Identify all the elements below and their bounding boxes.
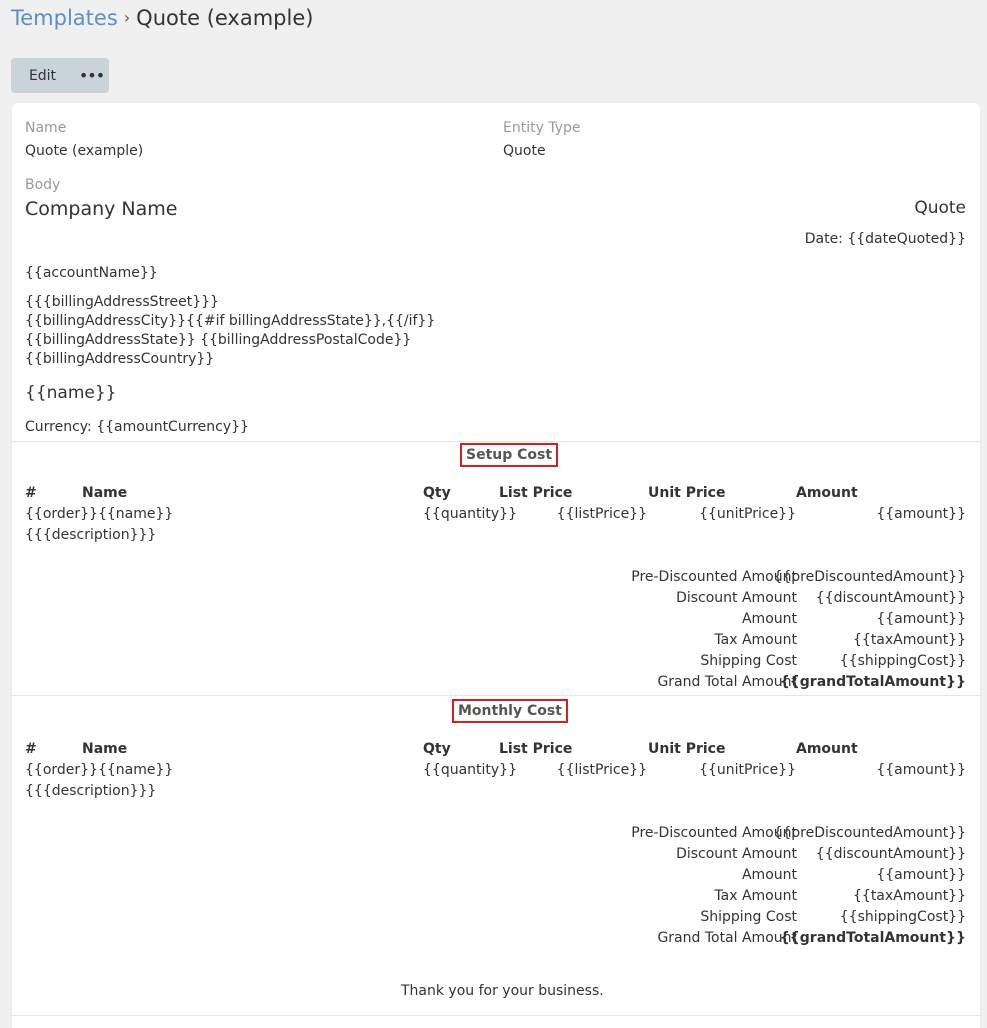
col-header-unit-price: Unit Price [648, 485, 726, 501]
address-line: {{billingAddressState}} {{billingAddress… [25, 332, 412, 348]
item-order-name: {{order}}{{name}} [25, 762, 174, 778]
section-title-monthly-cost: Monthly Cost [452, 699, 568, 723]
name-value: Quote (example) [25, 143, 144, 159]
currency-line: Currency: {{amountCurrency}} [25, 419, 249, 435]
grand-total-value: {{grandTotalAmount}} [779, 674, 966, 690]
item-description: {{{description}}} [25, 783, 157, 799]
col-header-qty: Qty [423, 741, 451, 757]
total-label: Tax Amount [714, 632, 797, 648]
item-unit-price: {{unitPrice}} [699, 762, 796, 778]
col-header-name: Name [82, 741, 128, 757]
total-label: Pre-Discounted Amount [631, 825, 797, 841]
total-label: Discount Amount [676, 590, 797, 606]
total-label: Discount Amount [676, 846, 797, 862]
item-amount: {{amount}} [876, 762, 966, 778]
item-amount: {{amount}} [876, 506, 966, 522]
action-toolbar: Edit ••• [11, 58, 109, 93]
total-label: Shipping Cost [700, 909, 797, 925]
total-value: {{preDiscountedAmount}} [773, 825, 966, 841]
item-quantity: {{quantity}} [423, 762, 517, 778]
col-header-qty: Qty [423, 485, 451, 501]
entity-type-label: Entity Type [503, 120, 581, 136]
breadcrumb-templates-link[interactable]: Templates [11, 6, 118, 30]
total-label: Grand Total Amount [657, 930, 797, 946]
total-value: {{discountAmount}} [815, 590, 966, 606]
name-label: Name [25, 120, 67, 136]
page-title: Quote (example) [136, 6, 314, 30]
grand-total-value: {{grandTotalAmount}} [779, 930, 966, 946]
col-header-unit-price: Unit Price [648, 741, 726, 757]
item-list-price: {{listPrice}} [556, 762, 647, 778]
address-line: {{billingAddressCountry}} [25, 351, 215, 367]
document-title: Quote [914, 198, 966, 218]
total-label: Shipping Cost [700, 653, 797, 669]
total-value: {{amount}} [876, 611, 966, 627]
breadcrumb: Templates › Quote (example) [11, 6, 313, 30]
account-name: {{accountName}} [25, 265, 158, 281]
total-value: {{taxAmount}} [853, 632, 966, 648]
thank-you-note: Thank you for your business. [401, 983, 604, 999]
col-header-order: # [25, 485, 37, 501]
item-order-name: {{order}}{{name}} [25, 506, 174, 522]
breadcrumb-separator: › [123, 8, 131, 27]
total-label: Tax Amount [714, 888, 797, 904]
total-value: {{taxAmount}} [853, 888, 966, 904]
col-header-amount: Amount [796, 485, 858, 501]
address-line: {{billingAddressCity}}{{#if billingAddre… [25, 313, 436, 329]
total-value: {{shippingCost}} [839, 909, 966, 925]
total-value: {{shippingCost}} [839, 653, 966, 669]
detail-panel: Name Quote (example) Entity Type Quote B… [12, 103, 980, 1028]
divider [12, 1015, 980, 1016]
col-header-name: Name [82, 485, 128, 501]
entity-type-value: Quote [503, 143, 546, 159]
company-name: Company Name [25, 198, 178, 220]
total-value: {{amount}} [876, 867, 966, 883]
item-quantity: {{quantity}} [423, 506, 517, 522]
item-list-price: {{listPrice}} [556, 506, 647, 522]
edit-button[interactable]: Edit [11, 58, 74, 93]
total-label: Grand Total Amount [657, 674, 797, 690]
divider [12, 441, 980, 442]
item-unit-price: {{unitPrice}} [699, 506, 796, 522]
divider [12, 695, 980, 696]
section-title-setup-cost: Setup Cost [460, 443, 559, 467]
total-label: Amount [741, 867, 797, 883]
quote-name: {{name}} [25, 383, 117, 403]
body-label: Body [25, 177, 61, 193]
total-value: {{discountAmount}} [815, 846, 966, 862]
date-line: Date: {{dateQuoted}} [804, 231, 966, 247]
more-actions-button[interactable]: ••• [74, 58, 109, 93]
total-label: Pre-Discounted Amount [631, 569, 797, 585]
address-line: {{{billingAddressStreet}}} [25, 294, 219, 310]
col-header-list-price: List Price [499, 485, 573, 501]
col-header-amount: Amount [796, 741, 858, 757]
item-description: {{{description}}} [25, 527, 157, 543]
col-header-order: # [25, 741, 37, 757]
total-value: {{preDiscountedAmount}} [773, 569, 966, 585]
col-header-list-price: List Price [499, 741, 573, 757]
total-label: Amount [741, 611, 797, 627]
